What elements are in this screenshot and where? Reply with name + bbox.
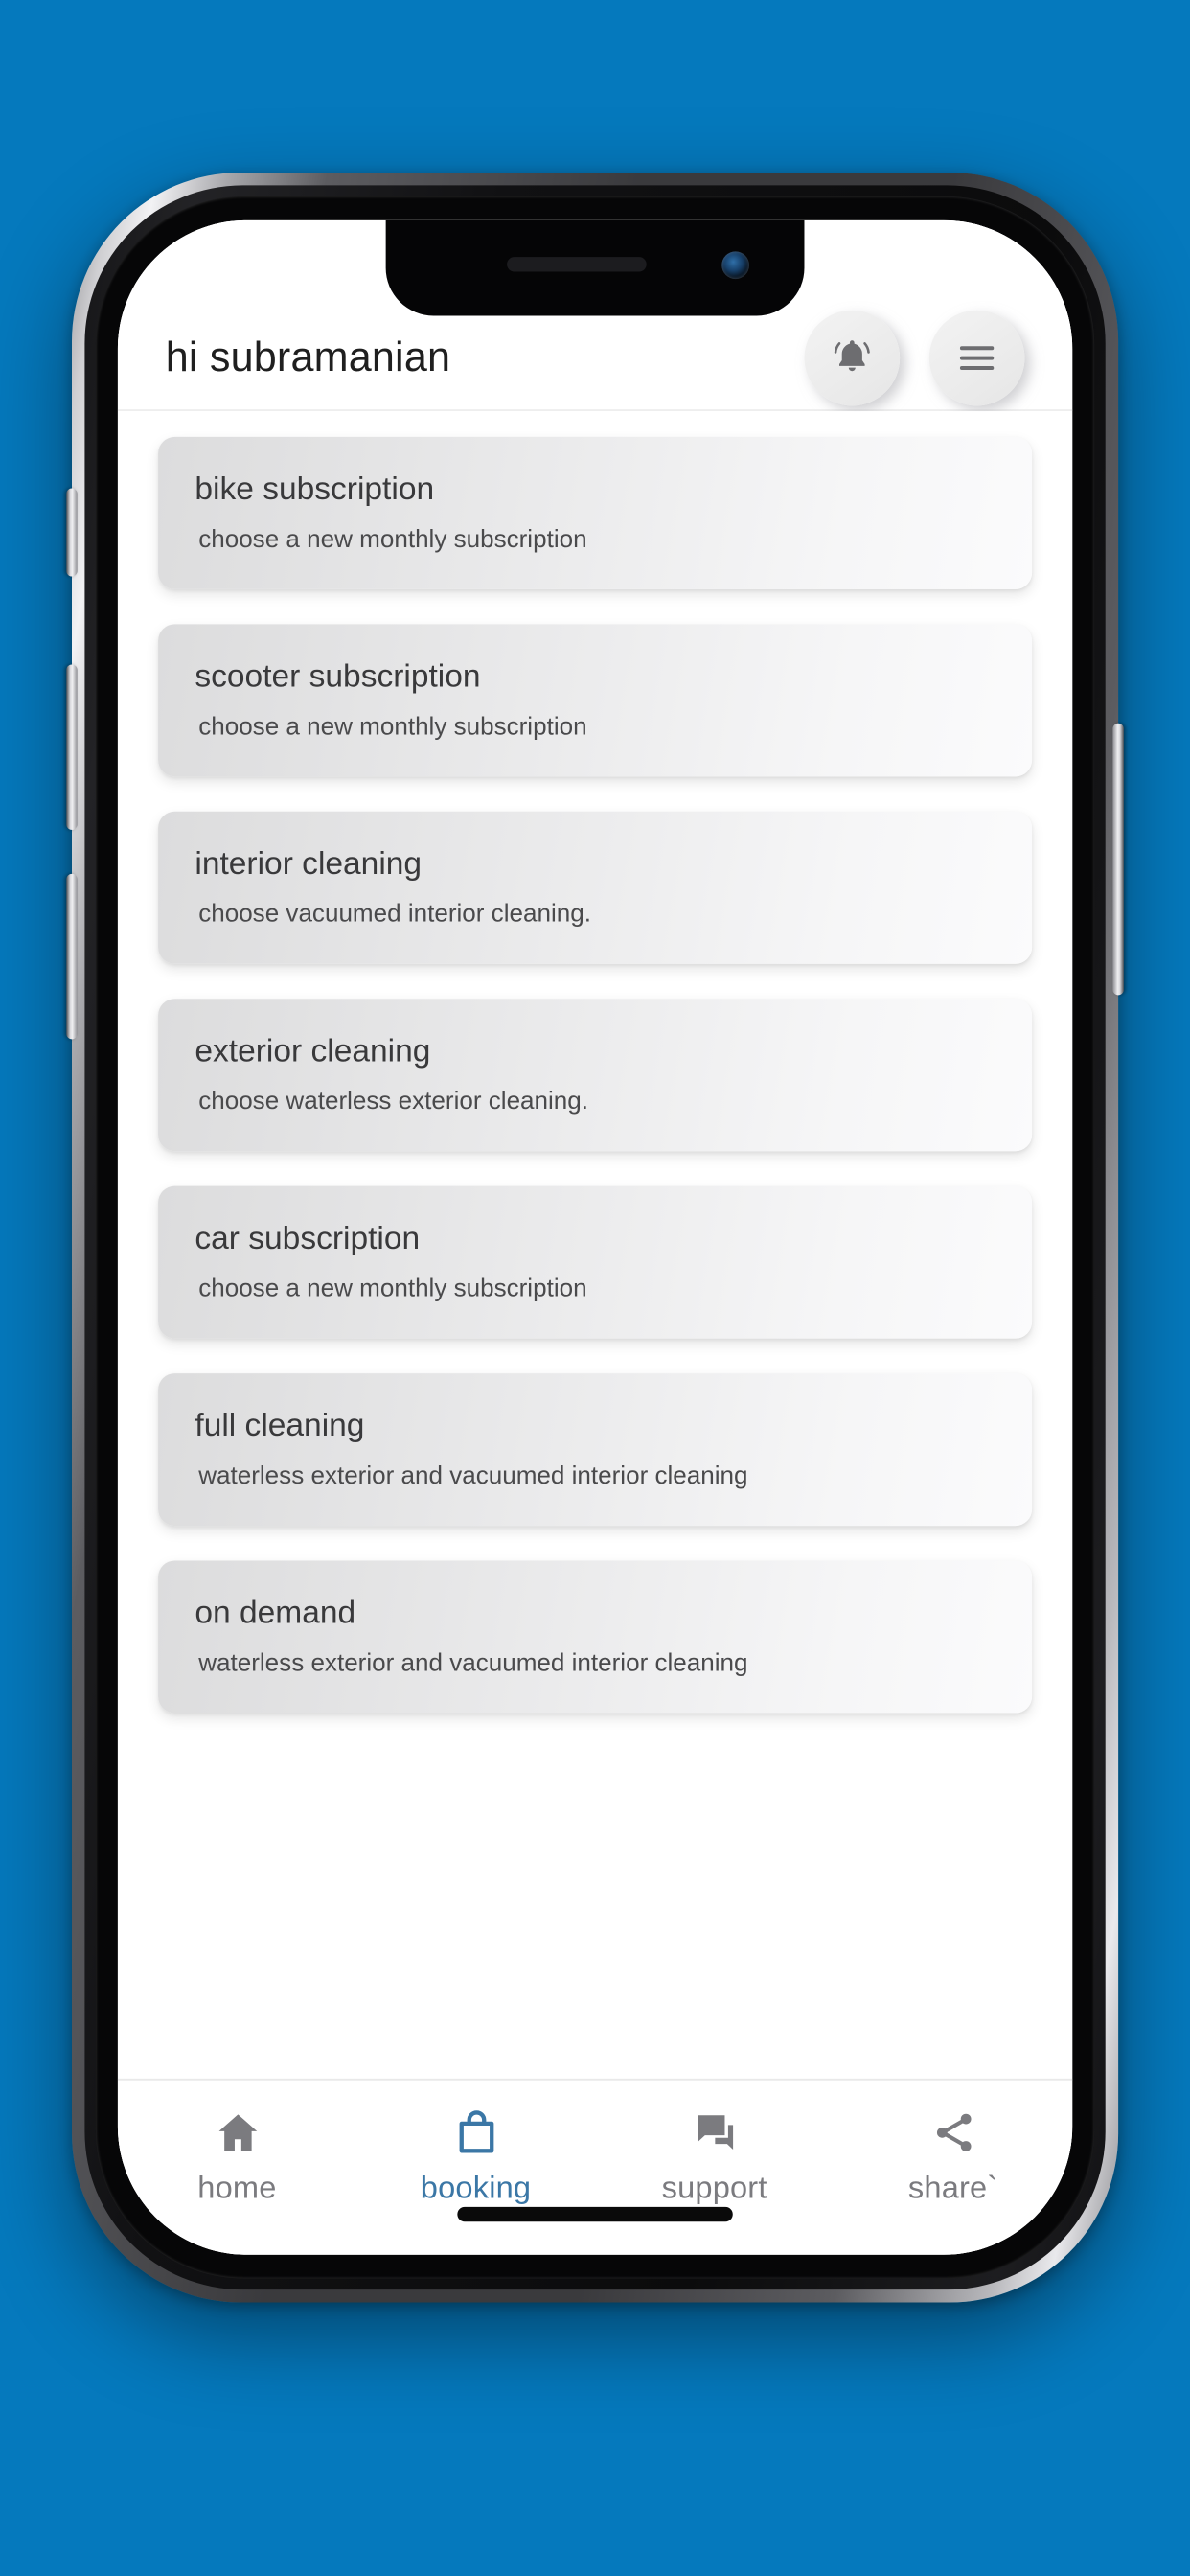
share-icon	[928, 2106, 978, 2158]
nav-item-support[interactable]: support	[595, 2106, 834, 2207]
bell-icon	[828, 334, 876, 381]
card-subtitle: choose vacuumed interior cleaning.	[198, 900, 591, 928]
service-card-bike-subscription[interactable]: bike subscription choose a new monthly s…	[158, 436, 1033, 589]
card-title: car subscription	[195, 1218, 421, 1256]
card-subtitle: waterless exterior and vacuumed interior…	[198, 1648, 748, 1677]
card-subtitle: choose waterless exterior cleaning.	[198, 1087, 589, 1116]
card-title: full cleaning	[195, 1406, 365, 1443]
card-title: on demand	[195, 1593, 356, 1631]
nav-label: home	[197, 2170, 277, 2206]
card-title: bike subscription	[195, 470, 435, 507]
card-title: interior cleaning	[195, 844, 423, 882]
card-subtitle: choose a new monthly subscription	[198, 712, 587, 741]
volume-up-button[interactable]	[66, 664, 78, 830]
phone-device-mockup: hi subramanian bike subscription choose …	[66, 172, 1124, 2303]
bottom-navigation-bar: home booking support share`	[117, 2078, 1073, 2255]
service-card-exterior-cleaning[interactable]: exterior cleaning choose waterless exter…	[158, 999, 1033, 1152]
greeting-text: hi subramanian	[165, 333, 451, 380]
header-actions	[804, 309, 1025, 405]
shopping-bag-icon	[451, 2106, 501, 2158]
power-button[interactable]	[1112, 723, 1124, 996]
display-notch	[385, 219, 805, 316]
service-card-interior-cleaning[interactable]: interior cleaning choose vacuumed interi…	[158, 811, 1033, 964]
volume-down-button[interactable]	[66, 873, 78, 1040]
service-card-list: bike subscription choose a new monthly s…	[117, 411, 1073, 2079]
notifications-button[interactable]	[804, 309, 901, 405]
card-title: scooter subscription	[195, 656, 481, 694]
card-subtitle: waterless exterior and vacuumed interior…	[198, 1461, 748, 1490]
nav-label: support	[661, 2170, 767, 2206]
wallpaper-background: hi subramanian bike subscription choose …	[0, 0, 1190, 2576]
silent-switch-button[interactable]	[66, 488, 78, 577]
front-camera-icon	[721, 251, 750, 280]
nav-item-booking[interactable]: booking	[356, 2106, 595, 2207]
home-indicator[interactable]	[457, 2206, 733, 2222]
nav-label: share`	[907, 2170, 998, 2206]
card-subtitle: choose a new monthly subscription	[198, 1274, 587, 1302]
card-subtitle: choose a new monthly subscription	[198, 525, 587, 553]
chat-bubbles-icon	[690, 2106, 740, 2158]
service-card-car-subscription[interactable]: car subscription choose a new monthly su…	[158, 1185, 1033, 1339]
phone-screen: hi subramanian bike subscription choose …	[117, 219, 1073, 2255]
nav-item-share[interactable]: share`	[834, 2106, 1072, 2207]
service-card-scooter-subscription[interactable]: scooter subscription choose a new monthl…	[158, 624, 1033, 777]
nav-label: booking	[420, 2170, 532, 2206]
earpiece-speaker-icon	[507, 257, 647, 272]
service-card-full-cleaning[interactable]: full cleaning waterless exterior and vac…	[158, 1373, 1033, 1527]
card-title: exterior cleaning	[195, 1031, 431, 1069]
home-icon	[213, 2106, 263, 2158]
menu-button[interactable]	[928, 309, 1025, 405]
hamburger-menu-icon	[953, 334, 1001, 381]
nav-item-home[interactable]: home	[118, 2106, 356, 2207]
service-card-on-demand[interactable]: on demand waterless exterior and vacuume…	[158, 1560, 1033, 1714]
app-container: hi subramanian bike subscription choose …	[117, 219, 1073, 2255]
